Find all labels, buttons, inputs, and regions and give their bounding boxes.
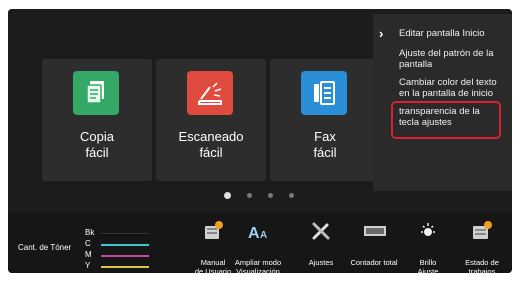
toner-bar-y bbox=[101, 266, 149, 268]
menu-item-label: Cambiar color del texto en la pantalla d… bbox=[399, 77, 497, 99]
toner-label: Cant. de Tóner bbox=[18, 243, 72, 252]
button-label: Brillo Ajuste bbox=[417, 258, 439, 273]
menu-item-label: Ajuste del patrón de la pantalla bbox=[399, 48, 494, 70]
tile-label: Fax fácil bbox=[270, 129, 380, 161]
toner-channel-m: M bbox=[85, 250, 92, 259]
settings-tools-icon bbox=[311, 221, 331, 241]
page-dot[interactable] bbox=[247, 193, 252, 198]
toner-bar-c bbox=[101, 244, 149, 246]
total-counter-icon bbox=[364, 221, 386, 241]
svg-text:A: A bbox=[260, 230, 267, 241]
scan-icon bbox=[187, 71, 233, 115]
settings-menu: › Editar pantalla Inicio Ajuste del patr… bbox=[373, 14, 512, 191]
toner-bar-m bbox=[101, 255, 149, 257]
button-label: Contador total bbox=[350, 258, 398, 267]
tile-label: Escaneado fácil bbox=[156, 129, 266, 161]
toner-channel-c: C bbox=[85, 239, 91, 248]
job-status-button[interactable]: Estado de trabajos bbox=[462, 219, 502, 273]
button-label: Estado de trabajos bbox=[465, 258, 499, 273]
user-manual-button[interactable]: Manual de Usuario bbox=[193, 219, 233, 273]
button-label: Ajustes bbox=[308, 258, 334, 267]
menu-item-edit-home[interactable]: Editar pantalla Inicio bbox=[399, 28, 507, 39]
tile-easy-scan[interactable]: Escaneado fácil bbox=[156, 59, 266, 181]
total-counter-button[interactable]: Contador total bbox=[350, 219, 398, 273]
tile-label: Copia fácil bbox=[42, 129, 152, 161]
enlarge-display-icon: A A bbox=[248, 221, 268, 242]
bottom-bar: Cant. de Tóner Bk C M Y Manual de Usuari… bbox=[8, 213, 512, 273]
chevron-right-icon[interactable]: › bbox=[379, 26, 383, 41]
fax-icon bbox=[301, 71, 347, 115]
settings-button[interactable]: Ajustes bbox=[301, 219, 341, 273]
svg-text:A: A bbox=[248, 225, 260, 241]
page-dot-active[interactable] bbox=[224, 192, 231, 199]
page-dot[interactable] bbox=[289, 193, 294, 198]
tile-easy-copy[interactable]: Copia fácil bbox=[42, 59, 152, 181]
copy-icon bbox=[73, 71, 119, 115]
menu-item-label: transparencia de la tecla ajustes bbox=[399, 106, 480, 128]
tile-label-line1: Copia bbox=[80, 129, 114, 144]
toner-channel-bk: Bk bbox=[85, 228, 95, 237]
page-indicator bbox=[224, 192, 294, 199]
home-screen: Copia fácil Escaneado fácil Fax fácil › … bbox=[8, 9, 512, 273]
enlarge-display-button[interactable]: A A Ampliar modo Visualización bbox=[235, 219, 281, 273]
tile-label-line2: fácil bbox=[85, 145, 109, 160]
button-label: Ampliar modo Visualización bbox=[234, 258, 282, 273]
user-manual-icon bbox=[203, 221, 223, 241]
brightness-button[interactable]: Brillo Ajuste bbox=[408, 219, 448, 273]
menu-item-label: Editar pantalla Inicio bbox=[399, 28, 485, 39]
tile-label-line2: fácil bbox=[313, 145, 337, 160]
main-area: Copia fácil Escaneado fácil Fax fácil › … bbox=[8, 9, 512, 209]
menu-item-screen-pattern[interactable]: Ajuste del patrón de la pantalla bbox=[399, 48, 507, 70]
tile-easy-fax[interactable]: Fax fácil bbox=[270, 59, 380, 181]
toner-bar-bk bbox=[101, 233, 149, 236]
toner-channel-y: Y bbox=[85, 261, 91, 270]
page-dot[interactable] bbox=[268, 193, 273, 198]
menu-item-text-color[interactable]: Cambiar color del texto en la pantalla d… bbox=[399, 77, 507, 99]
tile-label-line1: Escaneado bbox=[178, 129, 244, 144]
tile-label-line1: Fax bbox=[314, 129, 336, 144]
brightness-icon bbox=[418, 221, 438, 241]
job-status-icon bbox=[472, 221, 492, 241]
tile-label-line2: fácil bbox=[199, 145, 223, 160]
menu-item-key-transparency[interactable]: transparencia de la tecla ajustes bbox=[391, 101, 501, 139]
